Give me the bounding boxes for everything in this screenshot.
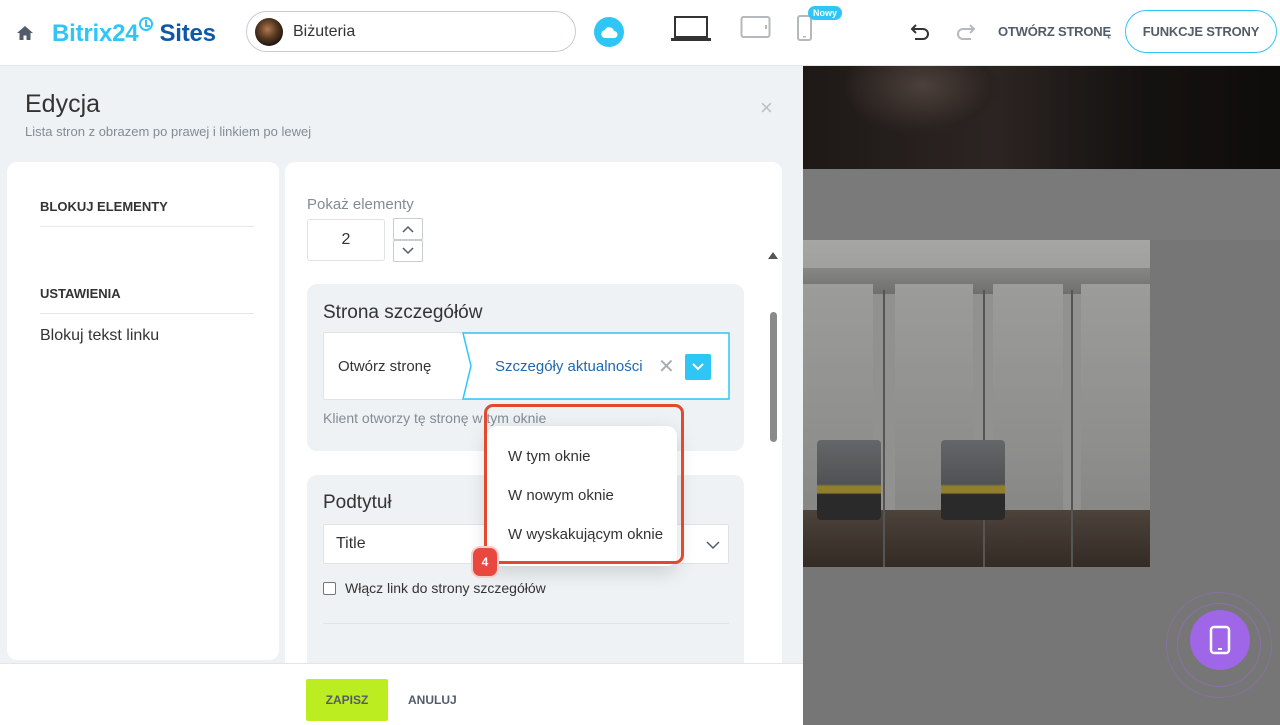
chevron-down-icon	[692, 363, 704, 371]
tablet-icon	[1209, 625, 1231, 655]
chevron-up-icon	[402, 225, 414, 233]
stepper-up-button[interactable]	[393, 218, 423, 240]
detail-link-checkbox[interactable]	[323, 582, 336, 595]
new-badge: Nowy	[808, 6, 843, 20]
tablet-icon[interactable]	[740, 15, 772, 41]
show-elements-input[interactable]: 2	[307, 219, 385, 261]
panel-title: Edycja	[25, 90, 101, 118]
site-selector[interactable]: Biżuteria	[246, 11, 576, 52]
annotation-step-badge: 4	[473, 548, 497, 576]
subtitle-card-title: Podtytuł	[323, 492, 392, 513]
logo-sites-text: Sites	[159, 20, 216, 47]
scroll-up-arrow[interactable]	[768, 252, 778, 259]
open-page-link[interactable]: OTWÓRZ STRONĘ	[998, 24, 1111, 39]
undo-icon[interactable]	[910, 22, 932, 42]
detail-link-checkbox-label[interactable]: Włącz link do strony szczegółów	[345, 580, 546, 596]
redo-icon[interactable]	[954, 22, 976, 42]
divider	[323, 623, 729, 624]
open-mode-hint: Klient otworzy tę stronę w tym oknie	[323, 410, 547, 426]
panel-footer: ZAPISZ ANULUJ	[0, 663, 803, 725]
sidebar-item-link-text[interactable]: Blokuj tekst linku	[40, 327, 159, 345]
stepper-down-button[interactable]	[393, 240, 423, 262]
open-page-label: Otwórz stronę	[338, 358, 432, 375]
dropdown-option-new-window[interactable]: W nowym oknie	[508, 487, 614, 504]
laptop-icon[interactable]	[670, 15, 712, 43]
sidebar: BLOKUJ ELEMENTY USTAWIENIA Blokuj tekst …	[7, 162, 279, 660]
close-icon[interactable]: ×	[760, 97, 773, 119]
chevron-down-icon	[706, 541, 720, 550]
scroll-thumb[interactable]	[770, 312, 777, 442]
dropdown-option-same-window[interactable]: W tym oknie	[508, 448, 591, 465]
selected-page-value[interactable]: Szczegóły aktualności	[495, 358, 643, 375]
detail-page-link-field[interactable]: Otwórz stronę Szczegóły aktualności ✕	[323, 332, 730, 400]
vertical-scrollbar[interactable]	[768, 252, 780, 708]
bitrix24-logo[interactable]: Bitrix24 Sites	[52, 17, 216, 48]
sidebar-section-block-elements[interactable]: BLOKUJ ELEMENTY	[40, 199, 168, 214]
logo-bitrix24-text: Bitrix24	[52, 20, 139, 47]
page-functions-button[interactable]: FUNKCJE STRONY	[1125, 10, 1277, 53]
top-bar: Bitrix24 Sites Biżuteria Nowy OTWÓRZ STRO…	[0, 0, 1280, 66]
mobile-preview-button[interactable]	[1190, 610, 1250, 670]
cloud-icon[interactable]	[594, 17, 624, 47]
dropdown-option-popup-window[interactable]: W wyskakującym oknie	[508, 526, 663, 543]
divider	[40, 313, 254, 314]
site-name: Biżuteria	[293, 23, 356, 40]
show-elements-label: Pokaż elementy	[307, 196, 414, 213]
home-icon[interactable]	[16, 24, 34, 42]
clear-icon[interactable]: ✕	[658, 354, 675, 379]
open-mode-dropdown: W tym oknie W nowym oknie W wyskakującym…	[487, 426, 677, 566]
edit-panel: Edycja Lista stron z obrazem po prawej i…	[0, 66, 803, 725]
divider	[40, 226, 254, 227]
open-mode-segment[interactable]: Otwórz stronę	[324, 333, 478, 399]
subtitle-select-value: Title	[336, 535, 366, 552]
sidebar-section-settings[interactable]: USTAWIENIA	[40, 286, 121, 301]
chevron-down-icon	[402, 247, 414, 255]
site-avatar	[255, 18, 283, 46]
cancel-button[interactable]: ANULUJ	[408, 693, 457, 707]
logo-clock-icon	[139, 17, 154, 31]
panel-subtitle: Lista stron z obrazem po prawej i linkie…	[25, 124, 312, 139]
detail-page-title: Strona szczegółów	[323, 302, 483, 323]
save-button[interactable]: ZAPISZ	[306, 679, 388, 721]
page-dropdown-button[interactable]	[685, 354, 711, 380]
